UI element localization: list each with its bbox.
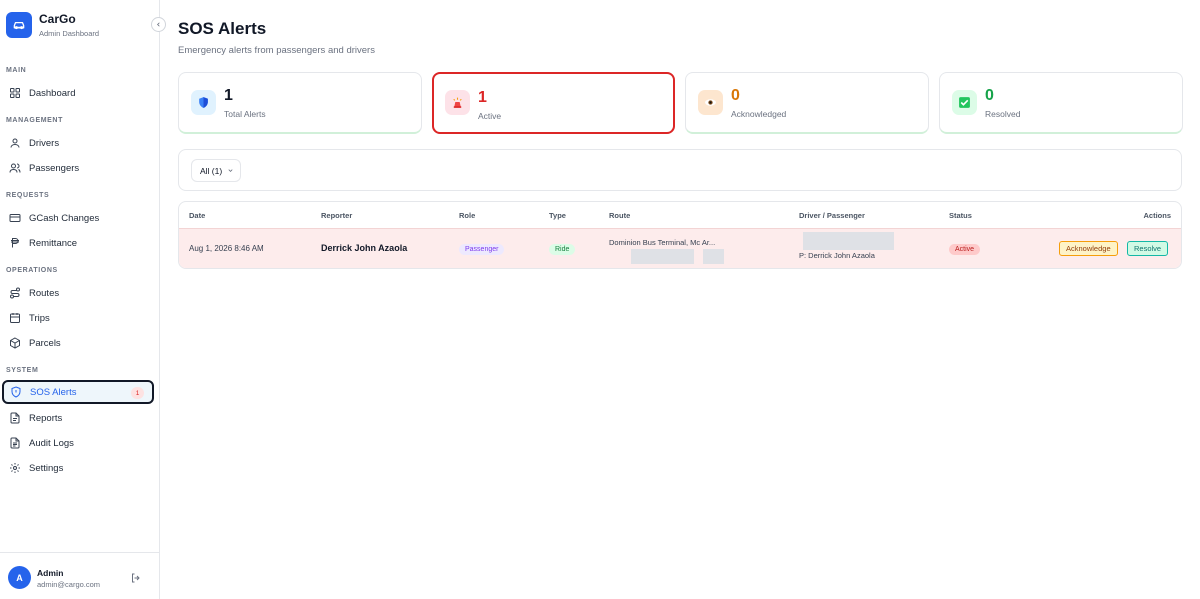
section-requests: REQUESTS <box>6 192 50 199</box>
alert-route: Dominion Bus Terminal, Mc Ar... <box>609 238 716 247</box>
filter-selected-value: All (1) <box>200 165 223 176</box>
sidebar-item-label: Drivers <box>29 137 60 149</box>
gear-icon <box>10 463 20 473</box>
user-email: admin@cargo.com <box>37 580 101 589</box>
credit-card-icon <box>9 214 21 222</box>
sidebar-item-audit-logs[interactable]: Audit Logs <box>2 431 154 455</box>
alert-date: Aug 1, 2026 8:46 AM <box>189 244 264 253</box>
filter-bar: All (1) <box>178 149 1182 191</box>
user-name: Admin <box>37 568 64 578</box>
sidebar-item-passengers[interactable]: Passengers <box>2 156 154 180</box>
column-header-reporter[interactable]: Reporter <box>321 211 352 220</box>
stat-label: Active <box>478 111 502 121</box>
section-main: MAIN <box>6 67 27 74</box>
app-name: CarGo <box>39 12 76 26</box>
column-header-status[interactable]: Status <box>949 211 972 220</box>
redacted-route-detail <box>631 249 694 264</box>
calendar-icon <box>10 313 20 323</box>
sidebar-item-sos-alerts[interactable]: SOS Alerts 1 <box>2 380 154 404</box>
sidebar-item-label: Parcels <box>29 337 61 349</box>
user-icon <box>10 138 20 148</box>
car-icon <box>6 12 32 38</box>
column-header-route[interactable]: Route <box>609 211 630 220</box>
stat-value: 1 <box>224 87 233 104</box>
package-icon <box>10 337 20 349</box>
sidebar-item-reports[interactable]: Reports <box>2 406 154 430</box>
sidebar-item-label: Trips <box>29 312 50 324</box>
alert-passenger: P: Derrick John Azaola <box>799 251 875 260</box>
file-text-icon <box>10 412 20 424</box>
sidebar-item-label: Routes <box>29 287 60 299</box>
stat-card-active[interactable]: 1 Active <box>432 72 675 134</box>
app-subtitle: Admin Dashboard <box>39 29 100 38</box>
route-icon <box>10 287 20 299</box>
peso-icon <box>11 238 19 248</box>
table-row[interactable]: Aug 1, 2026 8:46 AM Derrick John Azaola … <box>179 228 1181 268</box>
sidebar-item-label: Reports <box>29 412 63 424</box>
sidebar-item-dashboard[interactable]: Dashboard <box>2 81 154 105</box>
collapse-sidebar-button[interactable] <box>151 17 166 32</box>
avatar[interactable]: A <box>8 566 31 589</box>
users-icon <box>9 163 21 173</box>
sidebar-item-label: Settings <box>29 462 64 474</box>
sidebar-item-label: Dashboard <box>29 87 76 99</box>
chevron-left-icon <box>157 22 160 27</box>
shield-icon <box>11 386 21 398</box>
stat-label: Resolved <box>985 109 1021 119</box>
stat-value: 0 <box>985 87 994 104</box>
section-operations: OPERATIONS <box>6 267 58 274</box>
file-list-icon <box>10 437 20 449</box>
sos-alerts-table: Date Reporter Role Type Route Driver / P… <box>178 201 1182 269</box>
column-header-actions: Actions <box>1143 211 1171 220</box>
sidebar-item-label: Audit Logs <box>29 437 74 449</box>
column-header-date[interactable]: Date <box>189 211 205 220</box>
sidebar-item-label: Passengers <box>29 162 80 174</box>
stat-card-acknowledged[interactable]: 0 Acknowledged <box>685 72 929 134</box>
stat-card-resolved[interactable]: 0 Resolved <box>939 72 1183 134</box>
eye-icon <box>698 90 723 115</box>
sidebar-item-remittance[interactable]: Remittance <box>2 231 154 255</box>
check-box-icon <box>952 90 977 115</box>
sidebar-item-drivers[interactable]: Drivers <box>2 131 154 155</box>
type-badge: Ride <box>549 244 576 255</box>
sidebar-item-label: GCash Changes <box>29 212 100 224</box>
redacted-route-detail <box>703 249 724 264</box>
status-badge: Active <box>949 244 981 255</box>
sidebar-item-parcels[interactable]: Parcels <box>2 331 154 355</box>
stat-value: 0 <box>731 87 740 104</box>
sidebar-item-trips[interactable]: Trips <box>2 306 154 330</box>
grid-icon <box>10 88 20 98</box>
stat-value: 1 <box>478 89 487 106</box>
stat-card-total[interactable]: 1 Total Alerts <box>178 72 422 134</box>
sidebar: CarGo Admin Dashboard MAIN Dashboard MAN… <box>0 0 160 599</box>
chevron-down-icon <box>228 169 233 172</box>
brand[interactable]: CarGo Admin Dashboard <box>6 12 99 38</box>
column-header-driver-passenger[interactable]: Driver / Passenger <box>799 211 865 220</box>
redacted-driver-name <box>803 232 894 250</box>
sidebar-item-gcash[interactable]: GCash Changes <box>2 206 154 230</box>
stat-label: Acknowledged <box>731 109 787 119</box>
sidebar-item-label: Remittance <box>29 237 78 249</box>
user-profile: A Admin admin@cargo.com <box>0 552 160 599</box>
acknowledge-button[interactable]: Acknowledge <box>1059 241 1118 256</box>
resolve-button[interactable]: Resolve <box>1127 241 1169 256</box>
status-filter-select[interactable]: All (1) <box>191 159 241 182</box>
siren-icon <box>445 90 470 115</box>
column-header-role[interactable]: Role <box>459 211 475 220</box>
sidebar-item-settings[interactable]: Settings <box>2 456 154 480</box>
sidebar-item-routes[interactable]: Routes <box>2 281 154 305</box>
column-header-type[interactable]: Type <box>549 211 566 220</box>
stat-label: Total Alerts <box>224 109 266 119</box>
page-title: SOS Alerts <box>178 19 267 38</box>
sidebar-item-label: SOS Alerts <box>30 386 77 398</box>
section-management: MANAGEMENT <box>6 117 63 124</box>
logout-icon[interactable] <box>130 572 142 584</box>
sos-count-badge: 1 <box>131 387 144 399</box>
section-system: SYSTEM <box>6 367 39 374</box>
shield-icon <box>191 90 216 115</box>
role-badge: Passenger <box>459 244 505 255</box>
page-subtitle: Emergency alerts from passengers and dri… <box>178 45 375 56</box>
alert-reporter: Derrick John Azaola <box>321 243 408 253</box>
